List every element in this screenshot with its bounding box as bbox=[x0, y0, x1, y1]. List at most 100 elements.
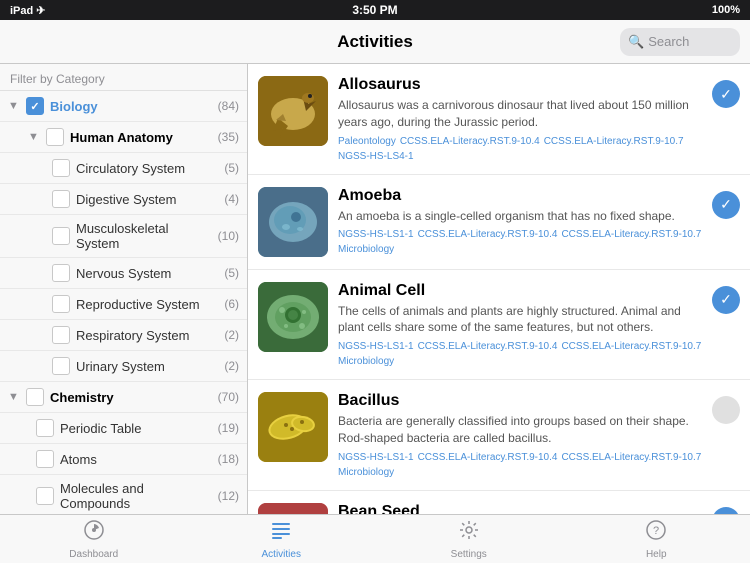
tag-ngss-ls1-amoeba: NGSS-HS-LS1-1 bbox=[338, 229, 414, 240]
sidebar-item-biology[interactable]: ▼ Biology (84) bbox=[0, 91, 247, 122]
sidebar-item-musculoskeletal[interactable]: Musculoskeletal System (10) bbox=[0, 215, 247, 258]
activity-check-amoeba[interactable]: ✓ bbox=[712, 191, 740, 219]
sidebar-label-molecules: Molecules and Compounds bbox=[60, 481, 214, 511]
tag-rst-104-bacillus: CCSS.ELA-Literacy.RST.9-10.4 bbox=[418, 452, 558, 463]
tab-label-activities: Activities bbox=[262, 549, 301, 560]
tag-rst-107-bacillus: CCSS.ELA-Literacy.RST.9-10.7 bbox=[561, 452, 701, 463]
activity-tags-amoeba: NGSS-HS-LS1-1 CCSS.ELA-Literacy.RST.9-10… bbox=[338, 229, 702, 255]
status-right: 100% bbox=[712, 4, 740, 16]
checkbox-urinary[interactable] bbox=[52, 357, 70, 375]
search-box[interactable]: 🔍 Search bbox=[620, 28, 740, 56]
activity-check-animal-cell[interactable]: ✓ bbox=[712, 286, 740, 314]
sidebar-item-respiratory[interactable]: Respiratory System (2) bbox=[0, 320, 247, 351]
sidebar-item-digestive[interactable]: Digestive System (4) bbox=[0, 184, 247, 215]
sidebar-count-periodic: (19) bbox=[218, 421, 239, 435]
checkbox-human-anatomy[interactable] bbox=[46, 128, 64, 146]
sidebar-item-circulatory[interactable]: Circulatory System (5) bbox=[0, 153, 247, 184]
tag-microbiology-amoeba: Microbiology bbox=[338, 244, 394, 255]
checkbox-musculoskeletal[interactable] bbox=[52, 227, 70, 245]
tag-rst-107: CCSS.ELA-Literacy.RST.9-10.7 bbox=[544, 136, 684, 147]
tag-microbiology-bacillus: Microbiology bbox=[338, 467, 394, 478]
sidebar-item-molecules[interactable]: Molecules and Compounds (12) bbox=[0, 475, 247, 514]
activity-info-animal-cell: Animal Cell The cells of animals and pla… bbox=[338, 282, 702, 368]
checkbox-atoms[interactable] bbox=[36, 450, 54, 468]
checkbox-reproductive[interactable] bbox=[52, 295, 70, 313]
activity-item-allosaurus[interactable]: Allosaurus Allosaurus was a carnivorous … bbox=[248, 64, 750, 175]
tag-ngss-ls1-bacillus: NGSS-HS-LS1-1 bbox=[338, 452, 414, 463]
sidebar-label-periodic: Periodic Table bbox=[60, 421, 214, 436]
activity-title-allosaurus: Allosaurus bbox=[338, 76, 702, 94]
checkbox-nervous[interactable] bbox=[52, 264, 70, 282]
activity-title-amoeba: Amoeba bbox=[338, 187, 702, 205]
status-bar: iPad ✈ 3:50 PM 100% bbox=[0, 0, 750, 20]
checkbox-molecules[interactable] bbox=[36, 487, 54, 505]
activity-item-amoeba[interactable]: Amoeba An amoeba is a single-celled orga… bbox=[248, 175, 750, 270]
activity-item-bacillus[interactable]: Bacillus Bacteria are generally classifi… bbox=[248, 380, 750, 491]
sidebar-item-nervous[interactable]: Nervous System (5) bbox=[0, 258, 247, 289]
battery-label: 100% bbox=[712, 4, 740, 16]
activity-desc-amoeba: An amoeba is a single-celled organism th… bbox=[338, 208, 702, 225]
status-left: iPad ✈ bbox=[10, 4, 46, 17]
checkbox-biology[interactable] bbox=[26, 97, 44, 115]
activity-check-bacillus[interactable] bbox=[712, 396, 740, 424]
sidebar-item-periodic[interactable]: Periodic Table (19) bbox=[0, 413, 247, 444]
sidebar-count-human-anatomy: (35) bbox=[218, 130, 239, 144]
tag-rst-107-cell: CCSS.ELA-Literacy.RST.9-10.7 bbox=[561, 341, 701, 352]
expand-arrow-human-anatomy: ▼ bbox=[28, 131, 44, 143]
tab-label-dashboard: Dashboard bbox=[69, 549, 118, 560]
activity-check-allosaurus[interactable]: ✓ bbox=[712, 80, 740, 108]
sidebar-count-circulatory: (5) bbox=[224, 161, 239, 175]
activity-item-animal-cell[interactable]: Animal Cell The cells of animals and pla… bbox=[248, 270, 750, 381]
tag-rst-107-amoeba: CCSS.ELA-Literacy.RST.9-10.7 bbox=[561, 229, 701, 240]
tag-paleontology: Paleontology bbox=[338, 136, 396, 147]
activity-desc-allosaurus: Allosaurus was a carnivorous dinosaur th… bbox=[338, 97, 702, 131]
activity-info-allosaurus: Allosaurus Allosaurus was a carnivorous … bbox=[338, 76, 702, 162]
checkbox-digestive[interactable] bbox=[52, 190, 70, 208]
sidebar-count-digestive: (4) bbox=[224, 192, 239, 206]
checkbox-periodic[interactable] bbox=[36, 419, 54, 437]
activity-tags-bacillus: NGSS-HS-LS1-1 CCSS.ELA-Literacy.RST.9-10… bbox=[338, 452, 702, 478]
sidebar-count-biology: (84) bbox=[218, 99, 239, 113]
tab-settings[interactable]: Settings bbox=[375, 519, 563, 560]
activity-thumbnail-allosaurus bbox=[258, 76, 328, 146]
tag-ngss-ls1-cell: NGSS-HS-LS1-1 bbox=[338, 341, 414, 352]
sidebar-item-chemistry[interactable]: ▼ Chemistry (70) bbox=[0, 382, 247, 413]
sidebar-item-atoms[interactable]: Atoms (18) bbox=[0, 444, 247, 475]
sidebar-label-urinary: Urinary System bbox=[76, 359, 220, 374]
tab-help[interactable]: ? Help bbox=[563, 519, 750, 560]
tab-activities[interactable]: Activities bbox=[188, 519, 376, 560]
tag-rst-104-cell: CCSS.ELA-Literacy.RST.9-10.4 bbox=[418, 341, 558, 352]
sidebar-label-circulatory: Circulatory System bbox=[76, 161, 220, 176]
activity-item-bean-seed[interactable]: Bean Seed Seeds are the result of sexual… bbox=[248, 491, 750, 514]
activities-list: Allosaurus Allosaurus was a carnivorous … bbox=[248, 64, 750, 514]
checkbox-respiratory[interactable] bbox=[52, 326, 70, 344]
sidebar-label-chemistry: Chemistry bbox=[50, 390, 214, 405]
activity-thumbnail-amoeba bbox=[258, 187, 328, 257]
dashboard-icon bbox=[83, 519, 105, 547]
checkbox-circulatory[interactable] bbox=[52, 159, 70, 177]
activity-check-bean-seed[interactable]: ✓ bbox=[712, 507, 740, 514]
sidebar-count-respiratory: (2) bbox=[224, 328, 239, 342]
sidebar-count-musculoskeletal: (10) bbox=[218, 229, 239, 243]
activity-tags-animal-cell: NGSS-HS-LS1-1 CCSS.ELA-Literacy.RST.9-10… bbox=[338, 341, 702, 367]
tab-label-help: Help bbox=[646, 549, 667, 560]
sidebar-item-urinary[interactable]: Urinary System (2) bbox=[0, 351, 247, 382]
activity-info-bacillus: Bacillus Bacteria are generally classifi… bbox=[338, 392, 702, 478]
sidebar-item-reproductive[interactable]: Reproductive System (6) bbox=[0, 289, 247, 320]
tab-bar: Dashboard Activities Settings ? bbox=[0, 514, 750, 563]
sidebar-count-nervous: (5) bbox=[224, 266, 239, 280]
activity-title-bacillus: Bacillus bbox=[338, 392, 702, 410]
sidebar-label-biology: Biology bbox=[50, 99, 214, 114]
settings-icon bbox=[458, 519, 480, 547]
activity-thumbnail-animal-cell bbox=[258, 282, 328, 352]
tag-rst-104: CCSS.ELA-Literacy.RST.9-10.4 bbox=[400, 136, 540, 147]
activity-info-bean-seed: Bean Seed Seeds are the result of sexual… bbox=[338, 503, 702, 514]
tag-rst-104-amoeba: CCSS.ELA-Literacy.RST.9-10.4 bbox=[418, 229, 558, 240]
sidebar-count-urinary: (2) bbox=[224, 359, 239, 373]
sidebar-label-human-anatomy: Human Anatomy bbox=[70, 130, 214, 145]
activity-desc-animal-cell: The cells of animals and plants are high… bbox=[338, 303, 702, 337]
sidebar-item-human-anatomy[interactable]: ▼ Human Anatomy (35) bbox=[0, 122, 247, 153]
tab-dashboard[interactable]: Dashboard bbox=[0, 519, 188, 560]
expand-arrow-biology: ▼ bbox=[8, 100, 24, 112]
checkbox-chemistry[interactable] bbox=[26, 388, 44, 406]
